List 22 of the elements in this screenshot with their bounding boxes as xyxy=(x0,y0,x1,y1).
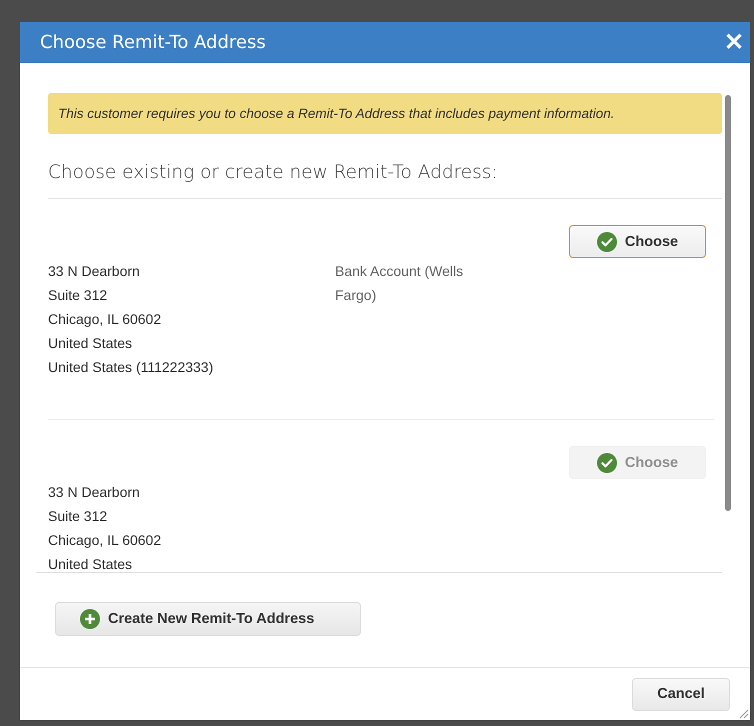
address-line: 33 N Dearborn xyxy=(48,483,141,502)
choose-button[interactable]: Choose xyxy=(569,225,706,258)
resize-grip-icon[interactable] xyxy=(739,709,749,719)
payment-method: Bank Account (Wells Fargo) xyxy=(335,262,464,305)
address-line: United States (111222333) xyxy=(48,358,214,377)
dialog-title: Choose Remit-To Address xyxy=(40,32,266,53)
address-line: Chicago, IL 60602 xyxy=(48,531,162,550)
address-line: Suite 312 xyxy=(48,507,108,526)
close-button[interactable]: ✕ xyxy=(718,28,750,57)
create-address-button[interactable]: Create New Remit-To Address xyxy=(55,602,361,636)
address-line: United States xyxy=(48,334,134,353)
address-line: Chicago, IL 60602 xyxy=(48,310,162,329)
scrollbar[interactable] xyxy=(725,95,731,511)
check-circle-icon xyxy=(596,452,617,472)
address-line: 33 N Dearborn xyxy=(48,262,141,281)
cancel-button[interactable]: Cancel xyxy=(632,678,730,710)
address-line: United States xyxy=(48,555,134,572)
plus-circle-icon xyxy=(80,609,100,629)
address-line: Suite 312 xyxy=(48,286,108,305)
notice-banner: This customer requires you to choose a Remit-To Address that includes payment information. xyxy=(48,93,722,134)
check-circle-icon xyxy=(596,232,617,252)
section-heading: Choose existing or create new Remit-To Address: xyxy=(48,134,722,199)
